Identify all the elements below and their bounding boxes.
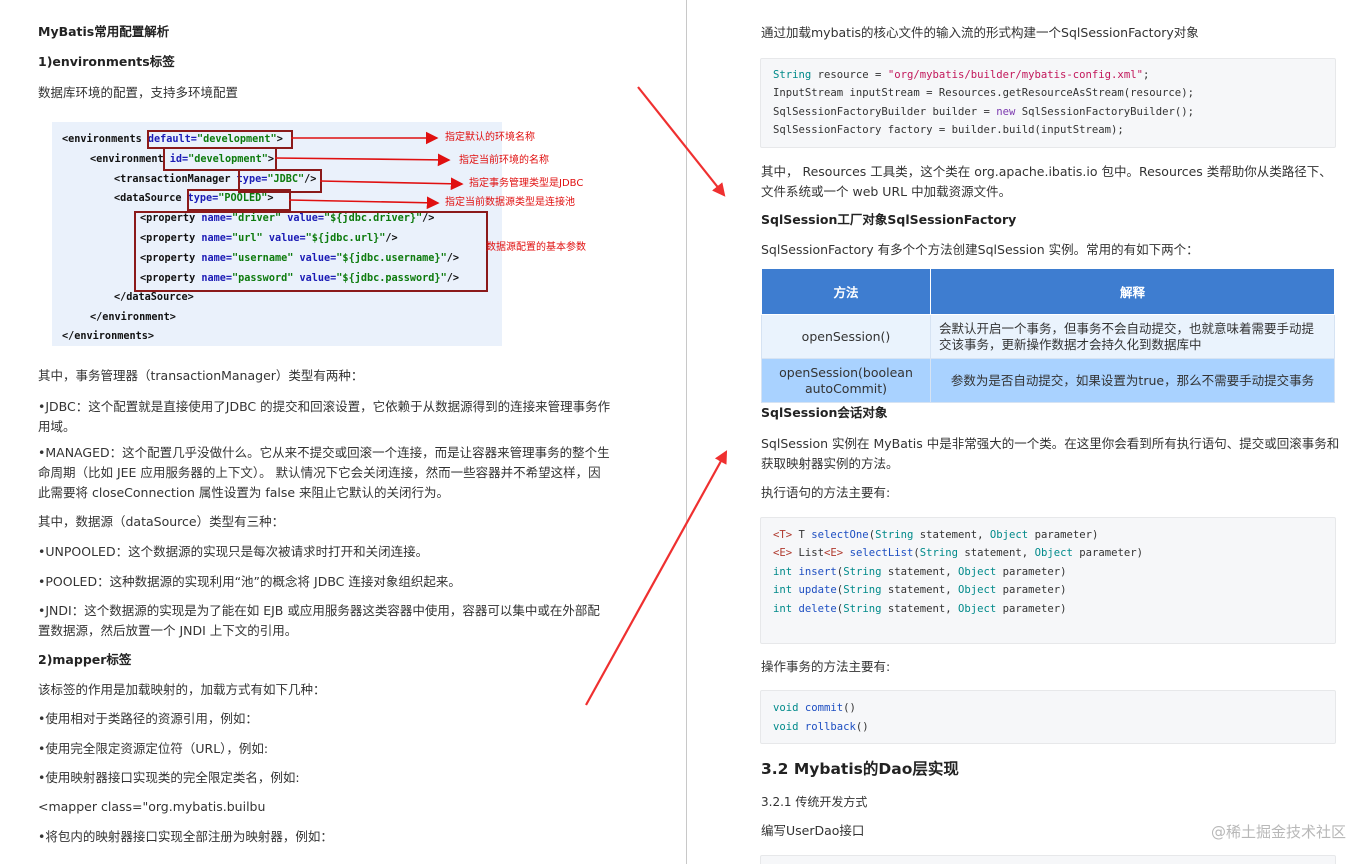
arrow-up-right — [585, 450, 728, 706]
watermark: @稀土掘金技术社区 — [1210, 823, 1346, 841]
arrow-down-right — [637, 86, 726, 197]
cross-page-arrows — [585, 86, 728, 706]
